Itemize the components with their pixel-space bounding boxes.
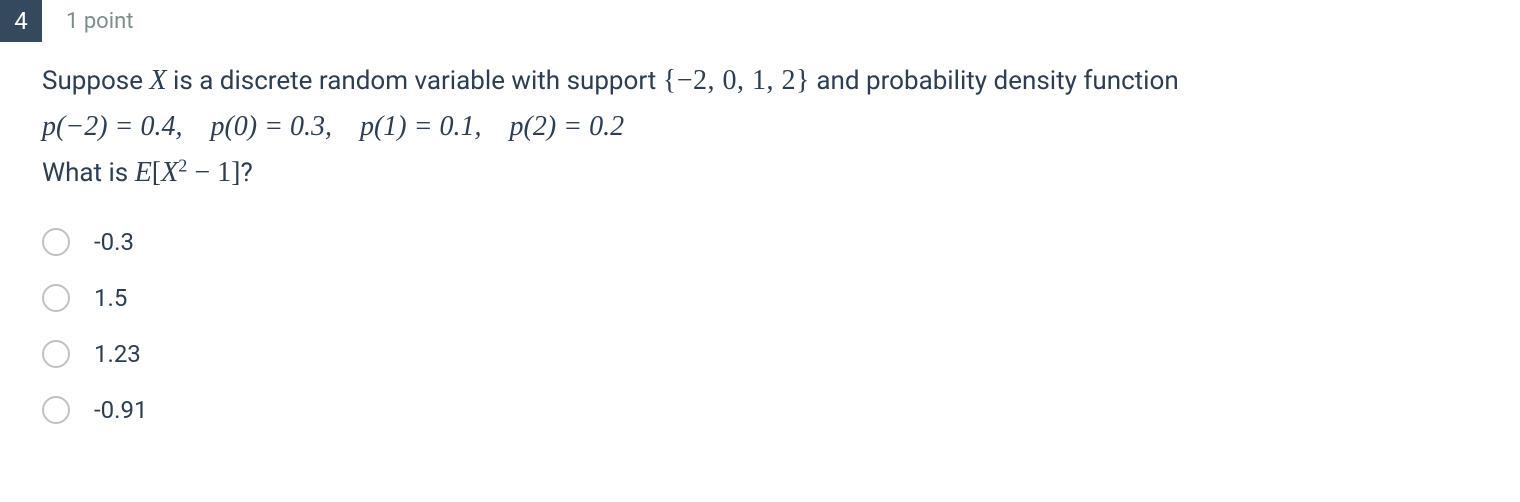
option-row[interactable]: -0.91 [42, 382, 1478, 438]
options-list: -0.3 1.5 1.23 -0.91 [42, 214, 1478, 438]
radio-icon[interactable] [42, 396, 70, 424]
ask-open: [ [152, 157, 161, 188]
prompt-middle: is a discrete random variable with suppo… [167, 66, 663, 96]
ask-suffix: ? [240, 158, 252, 188]
option-row[interactable]: 1.5 [42, 270, 1478, 326]
ask-var: X [161, 157, 178, 188]
option-label: -0.91 [94, 396, 147, 424]
points-label: 1 point [66, 9, 133, 34]
prompt-prefix: Suppose [42, 66, 149, 96]
option-row[interactable]: 1.23 [42, 326, 1478, 382]
prompt-suffix: and probability density function [810, 66, 1179, 96]
option-label: -0.3 [94, 228, 134, 256]
question-container: 4 1 point Suppose X is a discrete random… [0, 0, 1520, 438]
radio-icon[interactable] [42, 340, 70, 368]
ask-E: E [135, 157, 152, 188]
option-label: 1.5 [94, 284, 127, 312]
support-set: {−2, 0, 1, 2} [663, 65, 810, 96]
question-ask-line: What is E[X2 − 1]? [42, 152, 1478, 194]
question-header: 4 1 point [0, 0, 1520, 42]
option-row[interactable]: -0.3 [42, 214, 1478, 270]
option-label: 1.23 [94, 340, 141, 368]
question-number-text: 4 [14, 7, 28, 35]
radio-icon[interactable] [42, 228, 70, 256]
pdf-expression: p(−2) = 0.4, p(0) = 0.3, p(1) = 0.1, p(2… [42, 111, 624, 142]
question-prompt-line-1: Suppose X is a discrete random variable … [42, 60, 1478, 102]
pdf-line: p(−2) = 0.4, p(0) = 0.3, p(1) = 0.1, p(2… [42, 106, 1478, 148]
prompt-variable: X [149, 65, 166, 96]
question-body: Suppose X is a discrete random variable … [0, 42, 1520, 438]
ask-rest: − 1] [187, 157, 240, 188]
ask-prefix: What is [42, 158, 135, 188]
radio-icon[interactable] [42, 284, 70, 312]
ask-pow: 2 [178, 155, 187, 175]
question-number-badge: 4 [0, 0, 42, 42]
